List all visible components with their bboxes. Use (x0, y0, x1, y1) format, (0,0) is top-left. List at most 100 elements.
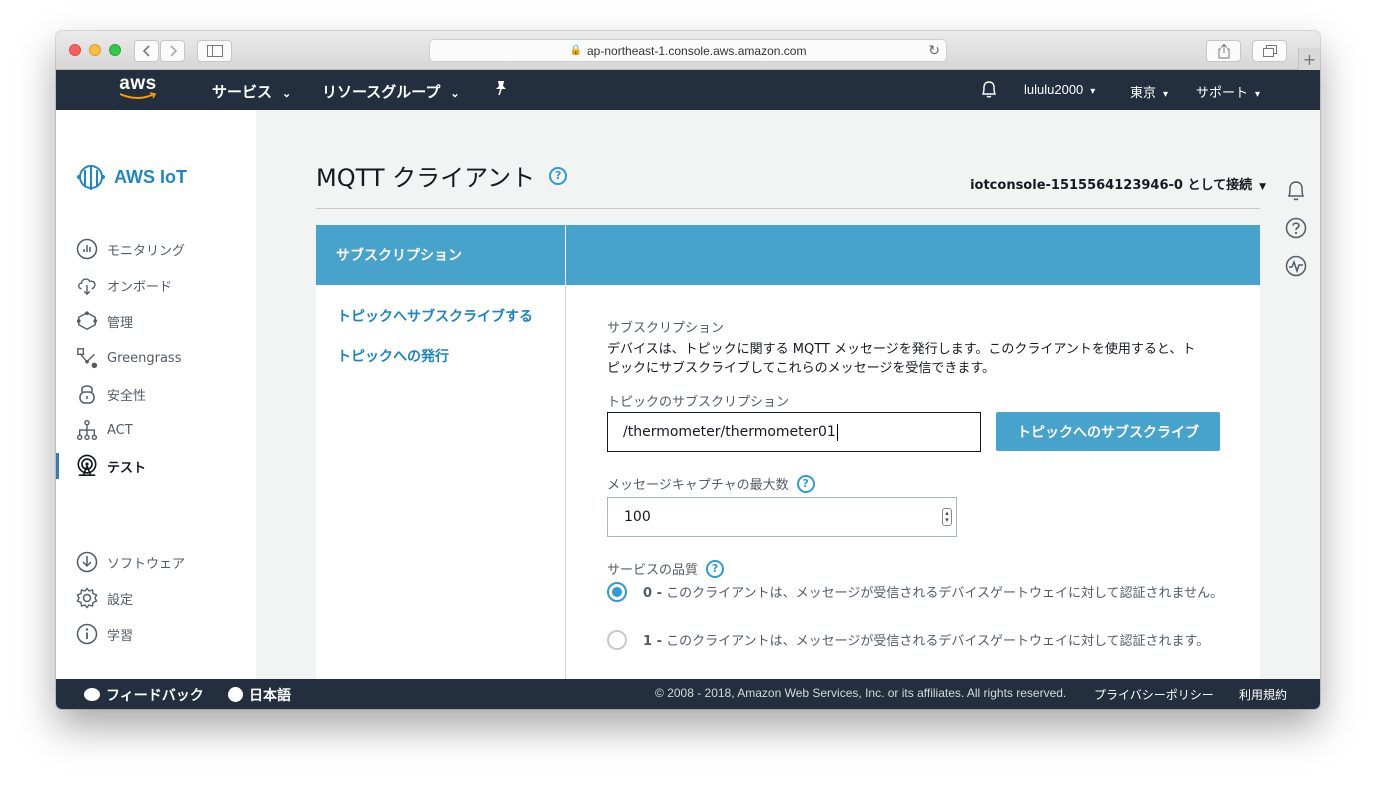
monitor-icon (76, 238, 98, 260)
qos-0-text: このクライアントは、メッセージが受信されるデバイスゲートウェイに対して認証されま… (666, 586, 1224, 601)
chevron-left-icon (142, 45, 150, 57)
aws-logo[interactable]: aws (116, 74, 160, 104)
back-button[interactable] (134, 40, 159, 62)
subscription-form: サブスクリプション デバイスは、トピックに関する MQTT メッセージを発行しま… (566, 285, 1260, 679)
lock-icon: 🔒 (569, 45, 582, 56)
max-capture-label: メッセージキャプチャの最大数 (607, 478, 789, 493)
topic-label: トピックのサブスクリプション (607, 395, 790, 410)
sidebar-item-security[interactable]: 安全性 (56, 381, 256, 407)
topic-input-value: /thermometer/thermometer01 (623, 424, 836, 440)
health-icon[interactable] (1285, 255, 1307, 277)
sidebar-toggle-button[interactable] (197, 40, 232, 62)
terms-link[interactable]: 利用規約 (1239, 686, 1287, 703)
sidebar-item-greengrass[interactable]: Greengrass (56, 345, 256, 371)
account-label: lululu2000 (1024, 82, 1084, 97)
page-title-text: MQTT クライアント (316, 164, 536, 192)
chevron-down-icon: ▾ (1090, 86, 1096, 97)
subscribe-button[interactable]: トピックへのサブスクライブ (996, 412, 1220, 451)
sidebar-item-label: 設定 (107, 592, 134, 608)
region-label: 東京 (1130, 85, 1157, 100)
tabs-icon (1262, 45, 1277, 57)
page-title: MQTT クライアント ? (316, 158, 568, 193)
resource-groups-menu[interactable]: リソースグループ ⌄ (322, 81, 460, 102)
reload-icon[interactable]: ↻ (928, 42, 940, 59)
qos-0-value: 0 - (643, 586, 662, 601)
services-menu[interactable]: サービス ⌄ (212, 81, 291, 102)
browser-window: 🔒 ap-northeast-1.console.aws.amazon.com … (56, 31, 1320, 709)
bell-icon[interactable] (1285, 180, 1307, 202)
feedback-link[interactable]: フィードバック (84, 685, 204, 705)
greengrass-icon (76, 347, 98, 369)
max-capture-label-row: メッセージキャプチャの最大数 ? (607, 474, 815, 493)
title-divider (316, 208, 1260, 209)
panel-header-bar (566, 225, 1260, 285)
publish-to-topic-link[interactable]: トピックへの発行 (337, 346, 449, 366)
qos-1-value: 1 - (643, 634, 662, 649)
sidebar-item-learn[interactable]: 学習 (56, 621, 256, 647)
section-description: デバイスは、トピックに関する MQTT メッセージを発行します。このクライアント… (607, 342, 1196, 376)
close-window-button[interactable] (69, 44, 81, 56)
iot-brain-icon (77, 165, 105, 190)
qos-label-row: サービスの品質 ? (607, 559, 725, 578)
support-menu[interactable]: サポート ▾ (1196, 82, 1260, 101)
help-icon[interactable]: ? (549, 166, 568, 185)
copyright: © 2008 - 2018, Amazon Web Services, Inc.… (655, 686, 1067, 700)
share-icon (1218, 43, 1229, 58)
chevron-down-icon: ▾ (1163, 89, 1169, 100)
address-bar[interactable]: 🔒 ap-northeast-1.console.aws.amazon.com … (429, 39, 947, 62)
sidebar-item-monitoring[interactable]: モニタリング (56, 236, 256, 262)
tabs-overview-button[interactable] (1252, 40, 1287, 62)
main-content: MQTT クライアント ? iotconsole-1515564123946-0… (256, 110, 1320, 679)
subscriptions-nav: トピックへサブスクライブする トピックへの発行 (316, 285, 566, 679)
sidebar-item-test[interactable]: テスト (56, 453, 256, 479)
minimize-window-button[interactable] (89, 44, 101, 56)
text-cursor (836, 423, 838, 441)
sidebar-item-manage[interactable]: 管理 (56, 308, 256, 334)
new-tab-button[interactable]: + (1298, 48, 1320, 70)
connection-menu[interactable]: iotconsole-1515564123946-0 として接続 ▼ (970, 174, 1266, 193)
privacy-link[interactable]: プライバシーポリシー (1094, 686, 1214, 703)
sidebar-item-onboard[interactable]: オンボード (56, 272, 256, 298)
pin-button[interactable] (494, 80, 508, 100)
aws-logo-text: aws (119, 73, 157, 94)
sidebar-item-act[interactable]: ACT (56, 417, 256, 443)
help-icon[interactable] (1285, 217, 1307, 239)
share-button[interactable] (1206, 40, 1241, 62)
speech-bubble-icon (84, 688, 100, 701)
notifications-button[interactable] (980, 80, 998, 102)
language-selector[interactable]: 日本語 (228, 685, 291, 705)
account-menu[interactable]: lululu2000 ▾ (1024, 82, 1095, 97)
max-capture-input[interactable]: 100 ▴ ▾ (607, 497, 957, 537)
info-icon (76, 623, 98, 645)
sidebar-item-label: Greengrass (107, 350, 182, 366)
bell-icon (981, 81, 997, 98)
chevron-down-icon: ▾ (1255, 89, 1261, 100)
subscriptions-header: サブスクリプション (316, 225, 565, 285)
aws-iot-logo[interactable]: AWS IoT (76, 162, 187, 192)
sidebar-item-label: テスト (107, 460, 147, 476)
resource-groups-label: リソースグループ (322, 84, 441, 101)
region-menu[interactable]: 東京 ▾ (1130, 82, 1168, 101)
gear-icon (76, 587, 98, 609)
language-label: 日本語 (249, 687, 291, 703)
aws-navbar: aws サービス ⌄ リソースグループ ⌄ lululu2000 ▾ 東京 ▾ サポート… (56, 70, 1320, 110)
subscribe-to-topic-link[interactable]: トピックへサブスクライブする (337, 306, 533, 326)
sidebar-item-settings[interactable]: 設定 (56, 585, 256, 611)
globe-icon (228, 687, 243, 702)
cloud-icon (76, 274, 98, 296)
help-icon[interactable]: ? (796, 474, 815, 493)
number-stepper[interactable]: ▴ ▾ (942, 508, 952, 526)
topic-input[interactable]: /thermometer/thermometer01 (607, 412, 981, 452)
lock-icon (76, 383, 98, 405)
sidebar-item-label: ACT (107, 422, 133, 438)
help-icon[interactable]: ? (706, 559, 725, 578)
zoom-window-button[interactable] (109, 44, 121, 56)
chevron-right-icon (169, 45, 177, 57)
qos-0-option: 0 - このクライアントは、メッセージが受信されるデバイスゲートウェイに対して認… (607, 582, 1227, 605)
iot-sidebar: AWS IoT モニタリング オンボード 管理 Greengrass 安全性 A… (56, 110, 256, 679)
max-capture-value: 100 (624, 509, 651, 525)
sidebar-item-software[interactable]: ソフトウェア (56, 549, 256, 575)
forward-button[interactable] (160, 40, 185, 62)
chevron-down-icon: ⌄ (282, 88, 292, 100)
manage-icon (76, 310, 98, 332)
